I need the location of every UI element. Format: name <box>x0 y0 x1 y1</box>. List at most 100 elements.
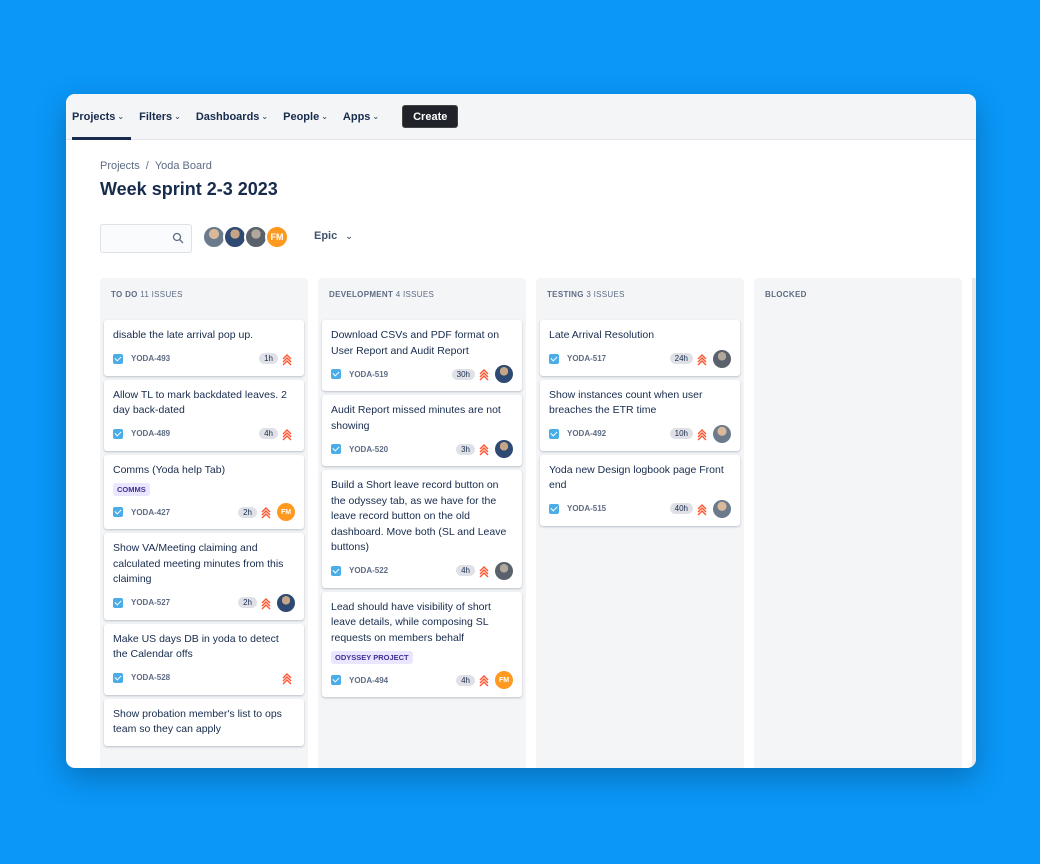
column-title: TO DO <box>111 290 138 299</box>
nav-projects[interactable]: Projects ⌄ <box>72 94 132 140</box>
estimate-badge: 40h <box>669 503 693 514</box>
card-title: Download CSVs and PDF format on User Rep… <box>331 329 500 357</box>
card-title: Comms (Yoda help Tab) <box>113 463 226 476</box>
avatar-filter-group: FM <box>202 225 289 249</box>
priority-highest-icon <box>697 503 707 515</box>
estimate-badge: 10h <box>669 428 693 439</box>
create-button[interactable]: Create <box>402 105 459 128</box>
issue-key[interactable]: YODA-520 <box>349 445 456 454</box>
priority-highest-icon <box>479 674 489 687</box>
scrollbar[interactable] <box>972 278 976 768</box>
card-footer: YODA-522 4h <box>331 561 513 580</box>
task-type-icon <box>331 444 341 454</box>
board-column: TO DO 11 ISSUES disable the late arrival … <box>100 278 308 768</box>
epic-label[interactable]: ODYSSEY PROJECT <box>331 651 413 664</box>
chevron-down-icon: ⌄ <box>372 112 380 121</box>
card-title: Late Arrival Resolution <box>549 329 655 341</box>
card-footer: YODA-515 40h <box>549 499 731 518</box>
issue-key[interactable]: YODA-527 <box>131 598 238 607</box>
column-header: BLOCKED <box>758 290 958 320</box>
assignee-avatar[interactable] <box>495 365 513 383</box>
assignee-avatar[interactable] <box>277 593 295 612</box>
chevron-down-icon: ⌄ <box>345 230 353 241</box>
issue-card[interactable]: Show VA/Meeting claiming and calculated … <box>104 533 304 620</box>
chevron-down-icon: ⌄ <box>117 112 125 121</box>
card-footer: YODA-527 2h <box>113 593 295 612</box>
issue-card[interactable]: Make US days DB in yoda to detect the Ca… <box>104 623 304 695</box>
card-title: Yoda new Design logbook page Front end <box>549 463 724 492</box>
task-type-icon <box>331 565 341 576</box>
issue-card[interactable]: disable the late arrival pop up. YODA-493… <box>104 320 304 376</box>
nav-dashboards[interactable]: Dashboards ⌄ <box>196 94 275 140</box>
issue-key[interactable]: YODA-489 <box>131 429 259 438</box>
nav-apps[interactable]: Apps ⌄ <box>343 94 386 140</box>
task-type-icon <box>113 507 123 517</box>
nav-label: Filters <box>139 110 173 123</box>
issue-key[interactable]: YODA-493 <box>131 354 259 363</box>
task-type-icon <box>113 672 123 683</box>
task-type-icon <box>113 428 123 439</box>
breadcrumb-board[interactable]: Yoda Board <box>155 160 212 172</box>
issue-key[interactable]: YODA-519 <box>349 370 452 379</box>
assignee-avatar[interactable] <box>713 424 731 443</box>
task-type-icon <box>549 428 559 439</box>
card-footer: YODA-492 10h <box>549 424 731 443</box>
column-count: 4 ISSUES <box>395 290 435 299</box>
estimate-badge: 4h <box>456 674 475 686</box>
nav-filters[interactable]: Filters ⌄ <box>139 94 188 140</box>
card-title: Show VA/Meeting claiming and calculated … <box>113 542 284 585</box>
priority-highest-icon <box>479 368 489 381</box>
issue-key[interactable]: YODA-522 <box>349 566 456 575</box>
task-type-icon <box>549 503 559 514</box>
estimate-badge: 4h <box>259 428 278 439</box>
board-column: BLOCKED <box>754 278 962 768</box>
priority-highest-icon <box>479 565 489 577</box>
epic-filter-dropdown[interactable]: Epic ⌄ <box>314 230 353 242</box>
issue-key[interactable]: YODA-494 <box>349 676 456 685</box>
nav-people[interactable]: People ⌄ <box>283 94 335 140</box>
issue-card[interactable]: Show probation member's list to ops team… <box>104 698 304 746</box>
estimate-badge: 2h <box>238 597 257 608</box>
chevron-down-icon: ⌄ <box>321 112 328 121</box>
epic-label[interactable]: COMMS <box>113 483 150 496</box>
estimate-badge: 24h <box>669 353 693 364</box>
issue-card[interactable]: Yoda new Design logbook page Front end YO… <box>540 454 740 526</box>
issue-card[interactable]: Lead should have visibility of short lea… <box>322 591 522 697</box>
issue-card[interactable]: Comms (Yoda help Tab) COMMS YODA-427 2h FM <box>104 454 304 529</box>
assignee-avatar[interactable] <box>495 561 513 580</box>
priority-highest-icon <box>282 353 292 365</box>
assignee-avatar[interactable]: FM <box>495 671 513 689</box>
assignee-avatar[interactable] <box>713 349 731 368</box>
assignee-avatar[interactable] <box>713 499 731 518</box>
app-window: Projects ⌄ Filters ⌄ Dashboards ⌄ People ⌄ A… <box>66 94 976 768</box>
issue-key[interactable]: YODA-492 <box>567 429 670 438</box>
breadcrumb-projects[interactable]: Projects <box>100 160 140 172</box>
issue-card[interactable]: Download CSVs and PDF format on User Rep… <box>322 320 522 391</box>
nav-label: Projects <box>72 110 116 123</box>
issue-key[interactable]: YODA-517 <box>567 354 670 363</box>
board-column: DEVELOPMENT 4 ISSUES Download CSVs and PD… <box>318 278 526 768</box>
issue-card[interactable]: Late Arrival Resolution YODA-517 24h <box>540 320 740 376</box>
avatar-fm[interactable]: FM <box>265 225 289 249</box>
assignee-avatar[interactable] <box>495 440 513 458</box>
issue-card[interactable]: Show instances count when user breaches … <box>540 379 740 451</box>
issue-key[interactable]: YODA-528 <box>131 673 282 682</box>
nav-label: Apps <box>342 110 371 123</box>
issue-key[interactable]: YODA-515 <box>567 504 670 513</box>
priority-highest-icon <box>479 443 489 456</box>
issue-card[interactable]: Allow TL to mark backdated leaves. 2 day… <box>104 379 304 451</box>
assignee-avatar[interactable]: FM <box>277 503 295 521</box>
task-type-icon <box>331 369 341 379</box>
breadcrumb: Projects / Yoda Board <box>100 160 212 172</box>
card-footer: YODA-517 24h <box>549 349 731 368</box>
priority-highest-icon <box>261 506 271 519</box>
estimate-badge: 3h <box>456 443 475 455</box>
issue-key[interactable]: YODA-427 <box>131 508 238 517</box>
card-title: Show probation member's list to ops team… <box>113 707 282 736</box>
issue-card[interactable]: Audit Report missed minutes are not show… <box>322 395 522 466</box>
priority-highest-icon <box>697 353 707 365</box>
column-title: BLOCKED <box>765 290 807 299</box>
issue-card[interactable]: Build a Short leave record button on the… <box>322 470 522 588</box>
column-count: 3 ISSUES <box>586 290 625 299</box>
search-input[interactable] <box>100 224 192 253</box>
